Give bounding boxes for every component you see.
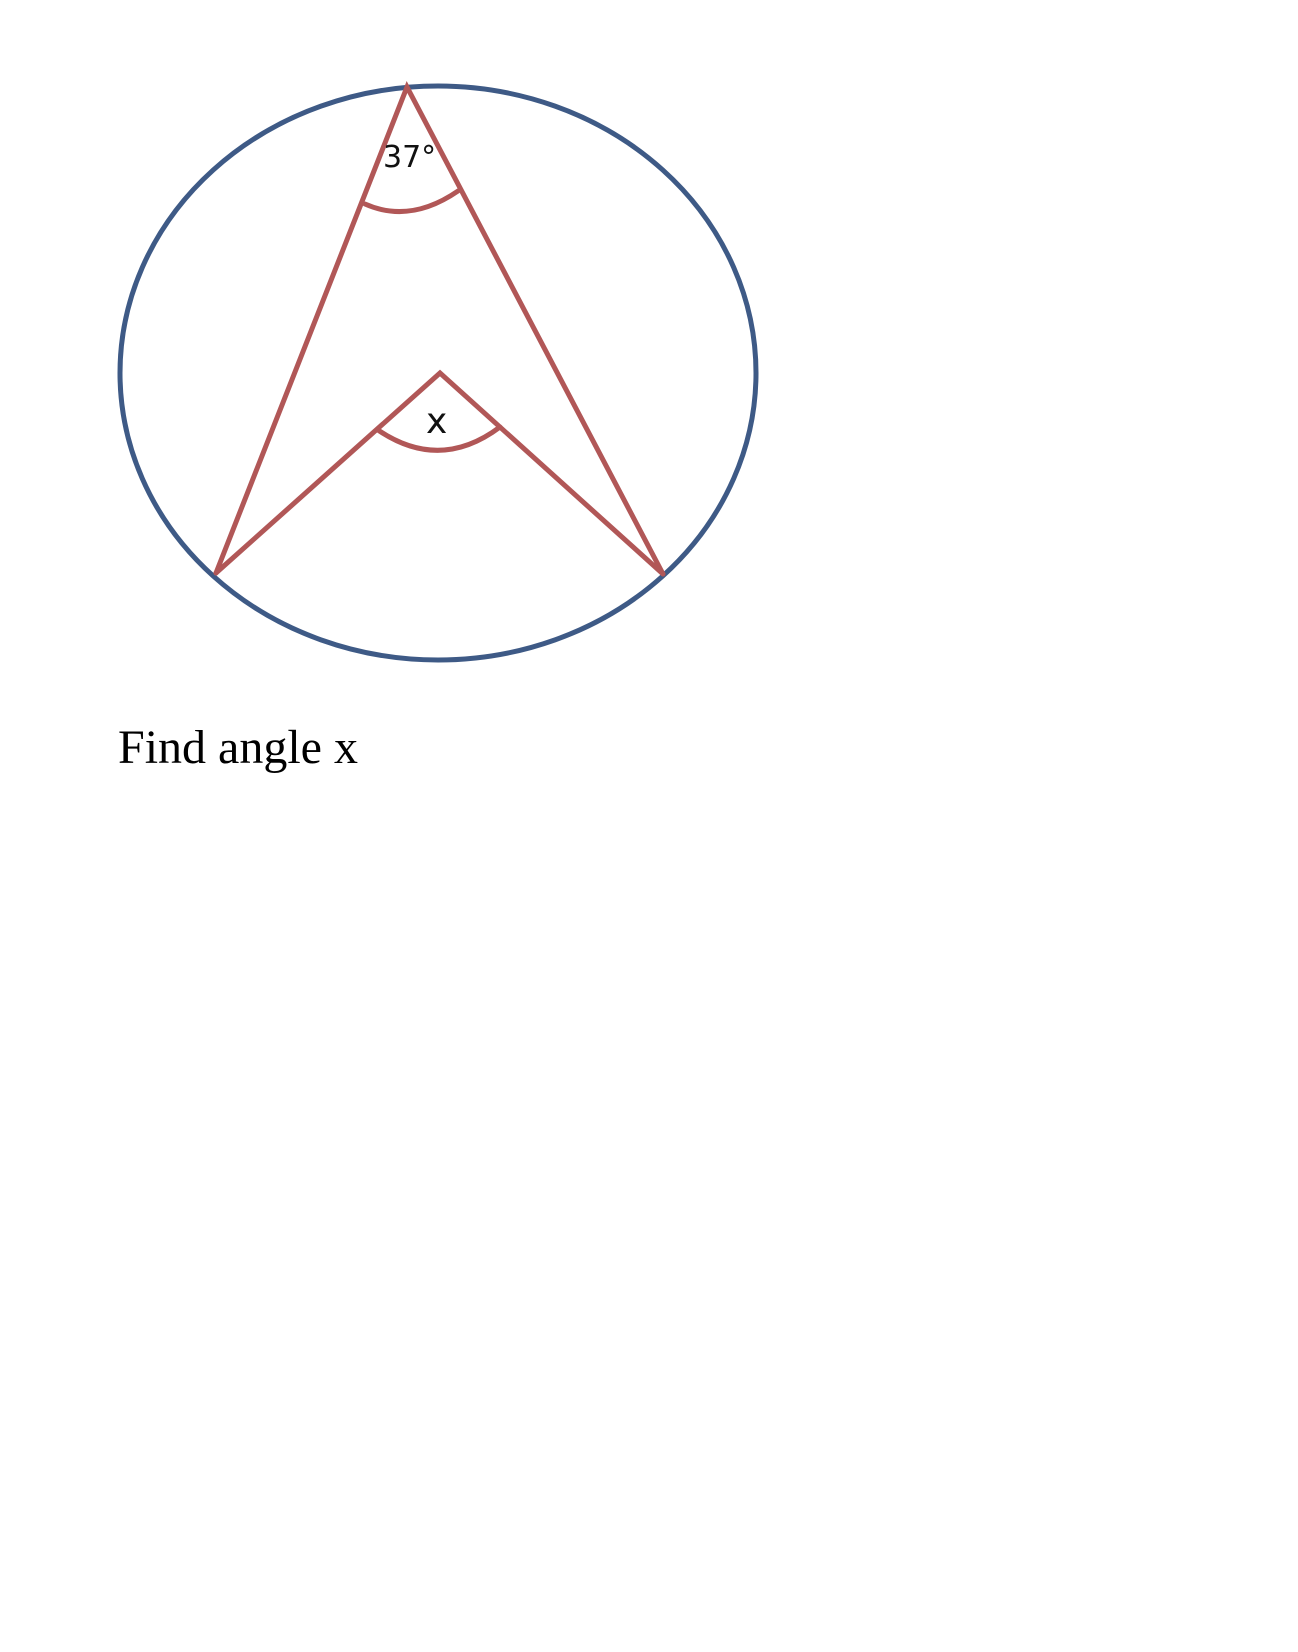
central-angle-label: x [426, 401, 447, 442]
inscribed-angle-sides [213, 81, 666, 577]
question-text: Find angle x [118, 721, 358, 774]
inscribed-angle-label: 37° [383, 140, 436, 175]
circle-angle-diagram: 37° x [117, 81, 759, 663]
inscribed-angle-arc [362, 188, 461, 215]
